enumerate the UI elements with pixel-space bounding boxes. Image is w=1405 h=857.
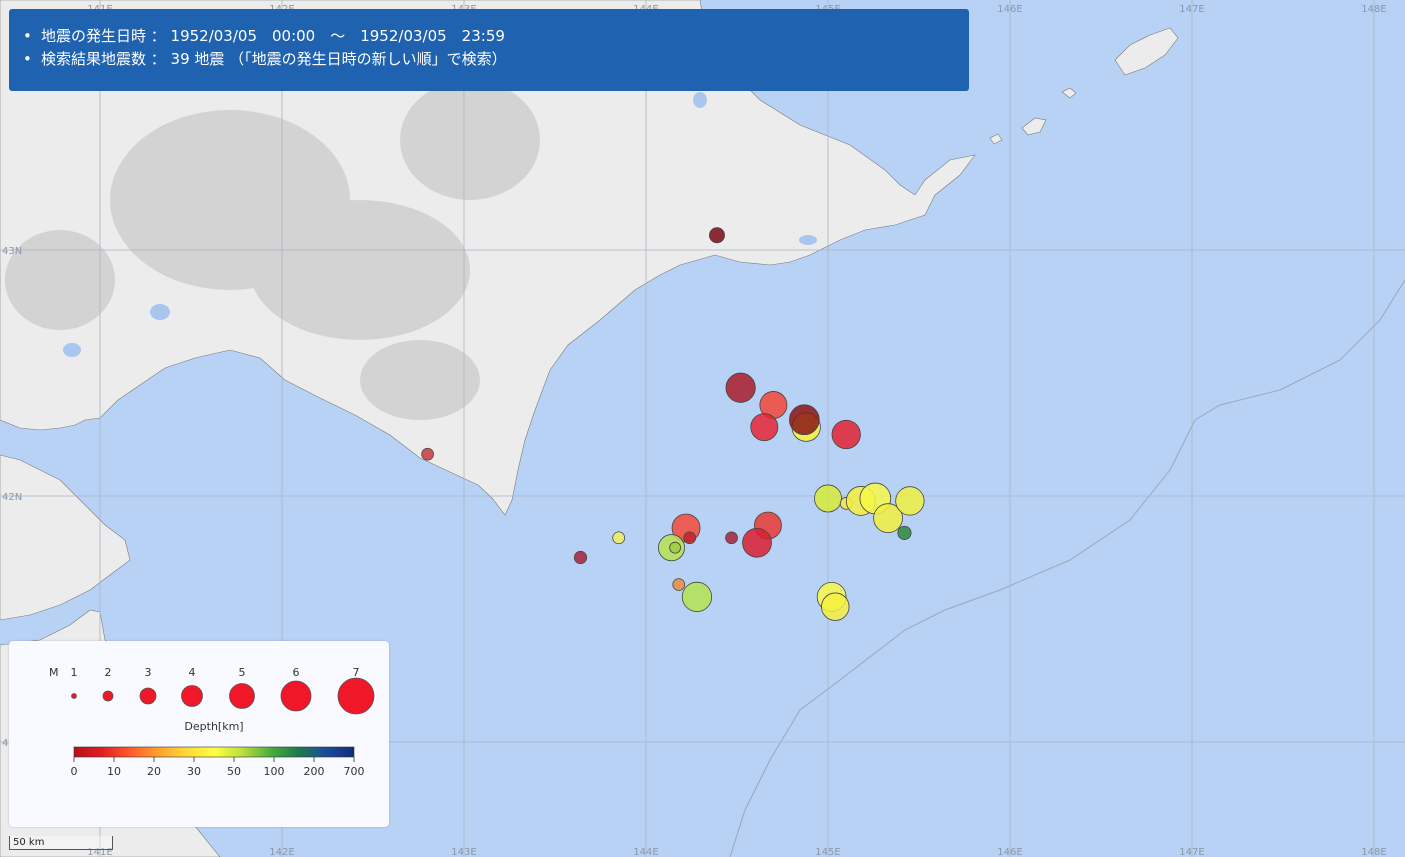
lon-label-bottom: 144E xyxy=(633,847,658,857)
legend-depth-title: Depth[km] xyxy=(184,720,243,733)
earthquake-marker[interactable] xyxy=(725,372,756,403)
earthquake-marker[interactable] xyxy=(573,550,588,565)
earthquake-marker[interactable] xyxy=(742,527,772,558)
legend-magnitude-circle xyxy=(337,677,375,715)
legend-panel: M 1 2 3 4 5 6 7 Depth[km] 0 10 20 30 50 100 200 700 xyxy=(9,641,389,827)
earthquake-marker[interactable] xyxy=(725,531,738,545)
lat-label: 43N xyxy=(2,246,22,257)
legend-depth-tick-label: 100 xyxy=(264,765,285,778)
lon-label-bottom: 148E xyxy=(1361,847,1386,857)
legend-magnitude-circle xyxy=(181,685,203,707)
legend-magnitude-circle xyxy=(71,693,77,699)
legend-magnitude-circle xyxy=(229,683,255,709)
legend-magnitude-label: 2 xyxy=(105,666,112,679)
earthquake-marker[interactable] xyxy=(789,404,820,436)
earthquake-marker[interactable] xyxy=(831,419,861,450)
lat-label: 42N xyxy=(2,492,22,503)
legend-m-label: M xyxy=(49,666,59,679)
legend-magnitude-label: 6 xyxy=(293,666,300,679)
legend-depth-tick-label: 20 xyxy=(147,765,161,778)
legend-magnitude-label: 4 xyxy=(189,666,196,679)
legend-depth-tick-label: 700 xyxy=(344,765,365,778)
earthquake-marker[interactable] xyxy=(669,541,682,554)
legend-magnitude-circle xyxy=(280,680,312,712)
legend-depth-tick-label: 30 xyxy=(187,765,201,778)
earthquake-marker[interactable] xyxy=(750,413,779,442)
scale-bar-label: 50 km xyxy=(13,837,45,848)
earthquake-marker[interactable] xyxy=(681,581,713,612)
legend-depth-tick-label: 200 xyxy=(304,765,325,778)
legend-depth-tick-label: 10 xyxy=(107,765,121,778)
lon-label-bottom: 146E xyxy=(997,847,1022,857)
result-count-text: 検索結果地震数 ： 39 地震 （「地震の発生日時の新しい順」で検索） xyxy=(23,48,969,71)
earthquake-marker[interactable] xyxy=(897,525,912,540)
legend-magnitude-circle xyxy=(102,690,114,702)
earthquake-marker[interactable] xyxy=(612,531,626,545)
lon-label-bottom: 147E xyxy=(1179,847,1204,857)
legend-magnitude-label: 5 xyxy=(239,666,246,679)
lon-label-bottom: 145E xyxy=(815,847,840,857)
legend-depth-tick-label: 0 xyxy=(71,765,78,778)
earthquake-marker[interactable] xyxy=(709,227,725,244)
earthquake-marker[interactable] xyxy=(895,486,925,516)
scale-bar: 50 km xyxy=(9,836,113,850)
earthquake-marker[interactable] xyxy=(814,484,842,513)
lon-label-top: 148E xyxy=(1361,4,1386,15)
legend-magnitude-label: 3 xyxy=(145,666,152,679)
lon-label-bottom: 143E xyxy=(451,847,476,857)
lon-label-top: 146E xyxy=(997,4,1022,15)
search-info-panel: 地震の発生日時 ： 1952/03/05 00:00 ～ 1952/03/05 … xyxy=(9,9,969,91)
earthquake-marker[interactable] xyxy=(672,578,686,591)
legend-depth-colorbar xyxy=(73,746,355,758)
lon-label-bottom: 142E xyxy=(269,847,294,857)
legend-depth-tick-label: 50 xyxy=(227,765,241,778)
lon-label-top: 147E xyxy=(1179,4,1204,15)
legend-magnitude-circle xyxy=(139,687,157,705)
earthquake-marker[interactable] xyxy=(421,447,434,461)
earthquake-marker[interactable] xyxy=(683,531,697,545)
earthquake-marker[interactable] xyxy=(821,592,850,621)
date-range-text: 地震の発生日時 ： 1952/03/05 00:00 ～ 1952/03/05 … xyxy=(23,25,969,48)
legend-magnitude-label: 7 xyxy=(353,666,360,679)
legend-magnitude-label: 1 xyxy=(71,666,78,679)
